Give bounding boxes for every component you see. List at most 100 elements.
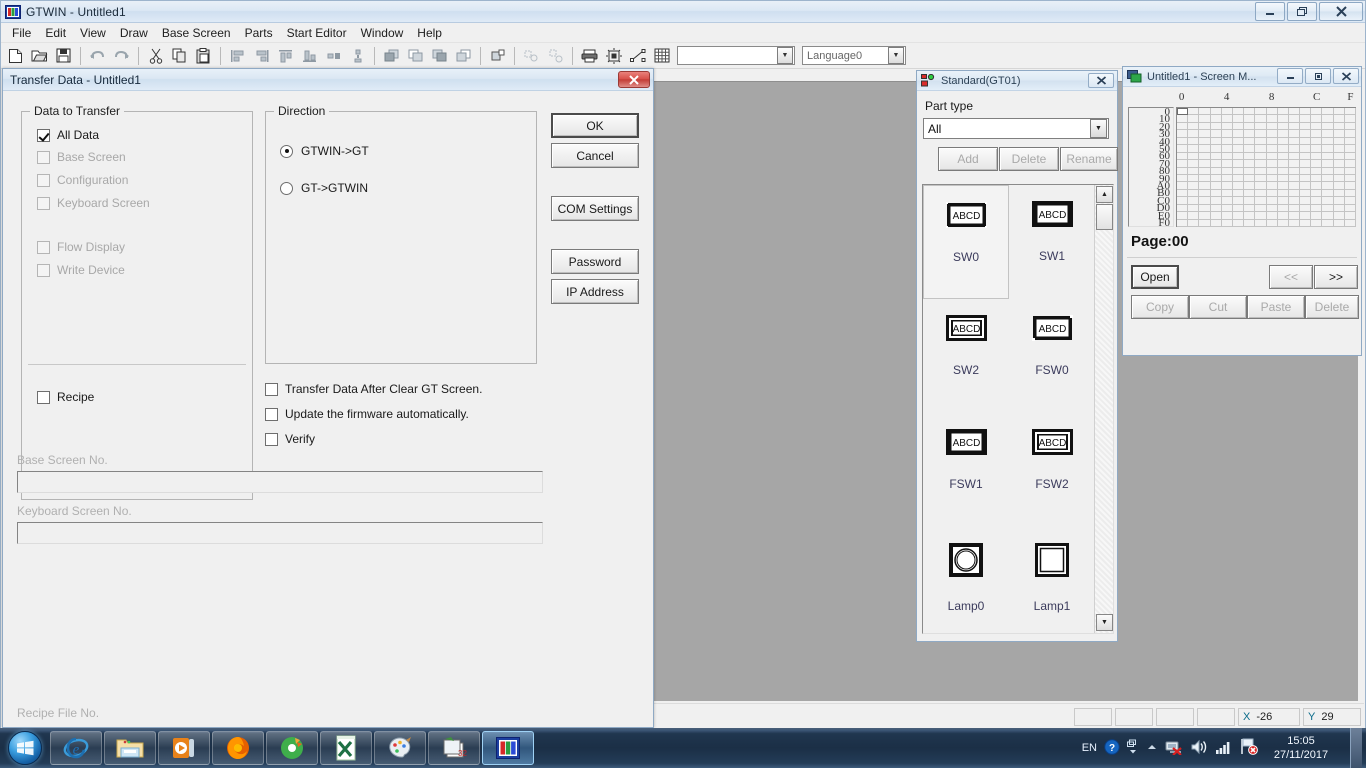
screen-grid-cell[interactable]	[1244, 174, 1256, 183]
screen-grid-cell[interactable]	[1232, 182, 1245, 190]
keyboard-screen-no-input[interactable]	[17, 522, 543, 544]
screen-grid-cell[interactable]	[1322, 130, 1334, 138]
screen-grid-cell[interactable]	[1344, 130, 1356, 138]
screen-grid-cell[interactable]	[1322, 152, 1334, 161]
screen-grid-cell[interactable]	[1177, 219, 1189, 227]
screen-grid-cell[interactable]	[1255, 189, 1267, 198]
taskbar-clock[interactable]: 15:05 27/11/2017	[1265, 734, 1337, 762]
checkbox-update-firmware[interactable]: Update the firmware automatically.	[265, 407, 545, 421]
taskbar-item-gtwin[interactable]	[482, 731, 534, 765]
copy-icon[interactable]	[168, 45, 191, 67]
app-restore-button[interactable]	[1287, 2, 1317, 21]
screen-grid-cell[interactable]	[1333, 197, 1345, 205]
prev-page-button[interactable]: <<	[1269, 265, 1313, 289]
screen-grid-cell[interactable]	[1311, 160, 1323, 168]
screen-grid-cell[interactable]	[1333, 212, 1345, 220]
screen-grid-cell[interactable]	[1277, 212, 1289, 220]
screen-grid-cell[interactable]	[1288, 130, 1301, 138]
screen-grid-cell[interactable]	[1199, 212, 1211, 220]
copy-button[interactable]: Copy	[1131, 295, 1189, 319]
screen-grid-cell[interactable]	[1344, 122, 1356, 131]
screen-manager-minimize-button[interactable]	[1277, 68, 1303, 84]
screen-grid-cell[interactable]	[1188, 197, 1200, 205]
screen-grid-cell[interactable]	[1210, 108, 1222, 116]
screen-grid-cell[interactable]	[1221, 189, 1233, 198]
checkbox-transfer-after-clear-box[interactable]	[265, 382, 278, 396]
screen-grid-cell[interactable]	[1255, 122, 1267, 131]
screen-grid-cell[interactable]	[1266, 122, 1278, 131]
screen-grid-cell[interactable]	[1266, 189, 1278, 198]
screen-grid-cell[interactable]	[1322, 167, 1334, 175]
screen-grid-cells[interactable]	[1176, 107, 1356, 227]
screen-grid-cell[interactable]	[1333, 122, 1345, 131]
part-item-lamp1[interactable]: Lamp1	[1009, 527, 1095, 633]
screen-grid-cell[interactable]	[1188, 219, 1200, 227]
checkbox-verify-box[interactable]	[265, 432, 278, 446]
screen-grid-cell[interactable]	[1199, 137, 1211, 146]
screen-grid-cell[interactable]	[1300, 197, 1312, 205]
screen-grid-cell[interactable]	[1277, 122, 1289, 131]
screen-grid-cell[interactable]	[1288, 122, 1301, 131]
parts-palette-close-button[interactable]	[1088, 73, 1114, 88]
screen-grid-cell[interactable]	[1322, 182, 1334, 190]
checkbox-write-device[interactable]: Write Device	[37, 263, 237, 277]
screen-grid-cell[interactable]	[1188, 160, 1200, 168]
screen-grid-cell[interactable]	[1288, 189, 1301, 198]
screen-grid-cell[interactable]	[1188, 152, 1200, 161]
screen-grid-cell[interactable]	[1177, 197, 1189, 205]
screen-grid-cell[interactable]	[1244, 115, 1256, 123]
screen-grid-cell[interactable]	[1210, 152, 1222, 161]
screen-grid-cell[interactable]	[1244, 182, 1256, 190]
screen-grid-cell[interactable]	[1266, 145, 1278, 153]
align-left-icon[interactable]	[226, 45, 249, 67]
show-desktop-button[interactable]	[1350, 728, 1362, 768]
delete-screen-button[interactable]: Delete	[1305, 295, 1359, 319]
screen-grid-cell[interactable]	[1344, 137, 1356, 146]
screen-grid-cell[interactable]	[1221, 182, 1233, 190]
align-center-v-icon[interactable]	[346, 45, 369, 67]
checkbox-configuration-box[interactable]	[37, 173, 50, 187]
screen-grid-cell[interactable]	[1344, 108, 1356, 116]
screen-grid-cell[interactable]	[1266, 160, 1278, 168]
checkbox-configuration[interactable]: Configuration	[37, 173, 237, 187]
screen-grid-cell[interactable]	[1344, 160, 1356, 168]
screen-grid-cell[interactable]	[1322, 145, 1334, 153]
screen-grid-cell[interactable]	[1255, 197, 1267, 205]
screen-grid-cell[interactable]	[1244, 167, 1256, 175]
screen-grid-cell[interactable]	[1300, 122, 1312, 131]
screen-grid-cell[interactable]	[1277, 174, 1289, 183]
screen-grid-cell[interactable]	[1300, 145, 1312, 153]
screen-grid-cell[interactable]	[1188, 212, 1200, 220]
screen-grid-cell[interactable]	[1188, 167, 1200, 175]
part-item-fsw0[interactable]: ABCD FSW0	[1009, 299, 1095, 413]
screen-grid-cell[interactable]	[1255, 182, 1267, 190]
screen-grid-cell[interactable]	[1232, 219, 1245, 227]
redo-icon[interactable]	[110, 45, 133, 67]
screen-grid-cell[interactable]	[1300, 115, 1312, 123]
screen-grid-cell[interactable]	[1300, 137, 1312, 146]
taskbar-item-firefox[interactable]	[212, 731, 264, 765]
checkbox-recipe-box[interactable]	[37, 390, 50, 404]
align-right-icon[interactable]	[250, 45, 273, 67]
screen-grid-cell[interactable]	[1177, 204, 1189, 213]
part-item-fsw1[interactable]: ABCD FSW1	[923, 413, 1009, 527]
screen-grid-cell[interactable]	[1244, 130, 1256, 138]
checkbox-base-screen-box[interactable]	[37, 150, 50, 164]
checkbox-verify[interactable]: Verify	[265, 432, 545, 446]
menu-item-file[interactable]: File	[5, 24, 38, 42]
screen-grid-cell[interactable]	[1244, 189, 1256, 198]
menu-item-start-editor[interactable]: Start Editor	[280, 24, 354, 42]
screen-grid-cell[interactable]	[1344, 219, 1356, 227]
screen-grid-cell[interactable]	[1333, 189, 1345, 198]
screen-grid-cell[interactable]	[1322, 115, 1334, 123]
screen-grid-cell[interactable]	[1311, 108, 1323, 116]
screen-grid-cell[interactable]	[1188, 130, 1200, 138]
screen-grid-cell[interactable]	[1177, 152, 1189, 161]
screen-grid-cell[interactable]	[1199, 122, 1211, 131]
screen-grid-cell[interactable]	[1311, 122, 1323, 131]
screen-grid-cell[interactable]	[1232, 137, 1245, 146]
cut-button[interactable]: Cut	[1189, 295, 1247, 319]
screen-grid-cell[interactable]	[1266, 108, 1278, 116]
screen-grid-cell[interactable]	[1333, 174, 1345, 183]
screen-grid-cell[interactable]	[1232, 189, 1245, 198]
